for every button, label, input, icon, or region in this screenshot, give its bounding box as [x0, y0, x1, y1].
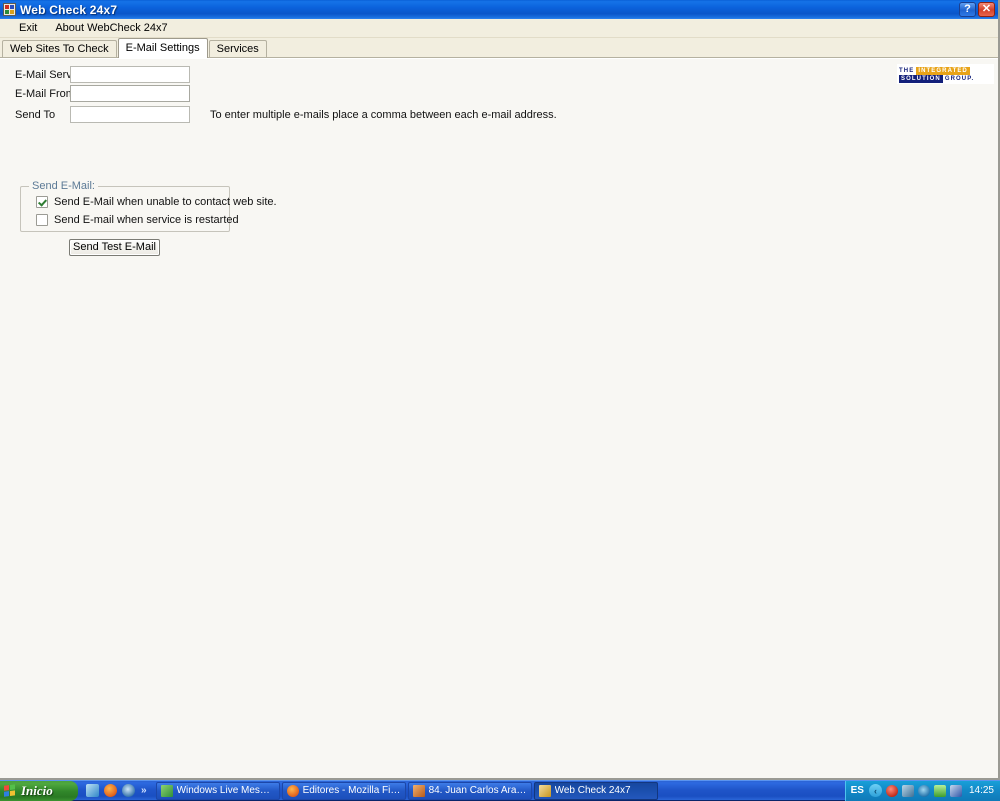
logo-solution-text: SOLUTION	[899, 75, 943, 83]
menu-exit[interactable]: Exit	[10, 20, 46, 36]
title-bar[interactable]: Web Check 24x7 ? ✕	[0, 0, 998, 19]
internet-explorer-icon[interactable]	[122, 784, 135, 797]
send-email-group-label: Send E-Mail:	[29, 180, 98, 192]
language-indicator[interactable]: ES	[851, 785, 864, 796]
logo-the-text: THE	[899, 68, 914, 74]
logo-group-text: GROUP.	[945, 76, 975, 82]
task-button[interactable]: 84. Juan Carlos Arag...	[408, 782, 532, 800]
app-icon	[539, 785, 551, 797]
windows-flag-icon	[4, 784, 16, 797]
bluetooth-icon[interactable]	[950, 785, 962, 797]
email-from-input[interactable]	[70, 85, 190, 102]
quicklaunch-overflow-icon[interactable]: »	[141, 785, 147, 796]
quick-launch-bar: »	[78, 781, 153, 801]
checkbox-service-restarted-box[interactable]	[36, 214, 48, 226]
task-button[interactable]: Editores - Mozilla Fire...	[282, 782, 406, 800]
email-from-label: E-Mail From	[15, 88, 70, 100]
checkbox-service-restarted-label: Send E-mail when service is restarted	[54, 214, 239, 226]
email-settings-panel: THE INTEGRATED SOLUTION GROUP. E-Mail Se…	[0, 58, 998, 778]
email-server-row: E-Mail Server	[15, 66, 190, 83]
taskbar: Inicio » Windows Live Messen... Editores…	[0, 780, 1000, 800]
multiple-emails-hint: To enter multiple e-mails place a comma …	[210, 109, 557, 121]
email-from-row: E-Mail From	[15, 85, 190, 102]
system-tray: ES ‹ 14:25	[845, 781, 1000, 801]
start-button-label: Inicio	[21, 783, 53, 799]
document-icon	[413, 785, 425, 797]
application-window: Web Check 24x7 ? ✕ Exit About WebCheck 2…	[0, 0, 1000, 780]
antivirus-icon[interactable]	[886, 785, 898, 797]
window-controls: ? ✕	[959, 2, 995, 17]
menu-about[interactable]: About WebCheck 24x7	[46, 20, 176, 36]
tab-email-settings[interactable]: E-Mail Settings	[118, 38, 208, 58]
tab-services[interactable]: Services	[209, 40, 267, 57]
email-server-label: E-Mail Server	[15, 69, 70, 81]
tray-expand-icon[interactable]: ‹	[869, 784, 882, 797]
send-test-email-button[interactable]: Send Test E-Mail	[69, 239, 160, 256]
task-button-list: Windows Live Messen... Editores - Mozill…	[153, 782, 845, 800]
send-to-label: Send To	[15, 109, 70, 121]
user-account-icon[interactable]	[934, 785, 946, 797]
task-button-label: Web Check 24x7	[555, 785, 631, 796]
checkbox-unable-to-contact-box[interactable]	[36, 196, 48, 208]
send-email-group-box: Send E-Mail: Send E-Mail when unable to …	[20, 186, 230, 232]
send-to-input[interactable]	[70, 106, 190, 123]
task-button[interactable]: Windows Live Messen...	[156, 782, 280, 800]
task-button-active[interactable]: Web Check 24x7	[534, 782, 658, 800]
logo-integrated-text: INTEGRATED	[916, 67, 970, 75]
taskbar-clock: 14:25	[969, 785, 994, 796]
close-button[interactable]: ✕	[978, 2, 995, 17]
network-icon[interactable]	[902, 785, 914, 797]
help-button[interactable]: ?	[959, 2, 976, 17]
checkbox-unable-to-contact-row[interactable]: Send E-Mail when unable to contact web s…	[36, 196, 277, 208]
integrated-solution-group-logo: THE INTEGRATED SOLUTION GROUP.	[897, 64, 994, 84]
firefox-icon[interactable]	[104, 784, 117, 797]
checkbox-service-restarted-row[interactable]: Send E-mail when service is restarted	[36, 214, 239, 226]
sound-volume-icon[interactable]	[918, 785, 930, 797]
tab-web-sites-to-check[interactable]: Web Sites To Check	[2, 40, 117, 57]
logo-line-2: SOLUTION GROUP.	[899, 75, 994, 83]
send-to-row: Send To To enter multiple e-mails place …	[15, 106, 557, 123]
outlook-express-icon[interactable]	[86, 784, 99, 797]
task-button-label: 84. Juan Carlos Arag...	[429, 785, 527, 796]
messenger-icon	[161, 785, 173, 797]
firefox-icon	[287, 785, 299, 797]
window-title: Web Check 24x7	[20, 3, 117, 17]
checkbox-unable-to-contact-label: Send E-Mail when unable to contact web s…	[54, 196, 277, 208]
task-button-label: Editores - Mozilla Fire...	[303, 785, 401, 796]
menu-bar: Exit About WebCheck 24x7	[0, 19, 998, 38]
logo-line-1: THE INTEGRATED	[899, 67, 994, 75]
app-icon	[3, 3, 16, 16]
tab-strip: Web Sites To Check E-Mail Settings Servi…	[0, 38, 998, 58]
start-button[interactable]: Inicio	[0, 781, 78, 801]
email-server-input[interactable]	[70, 66, 190, 83]
task-button-label: Windows Live Messen...	[177, 785, 275, 796]
